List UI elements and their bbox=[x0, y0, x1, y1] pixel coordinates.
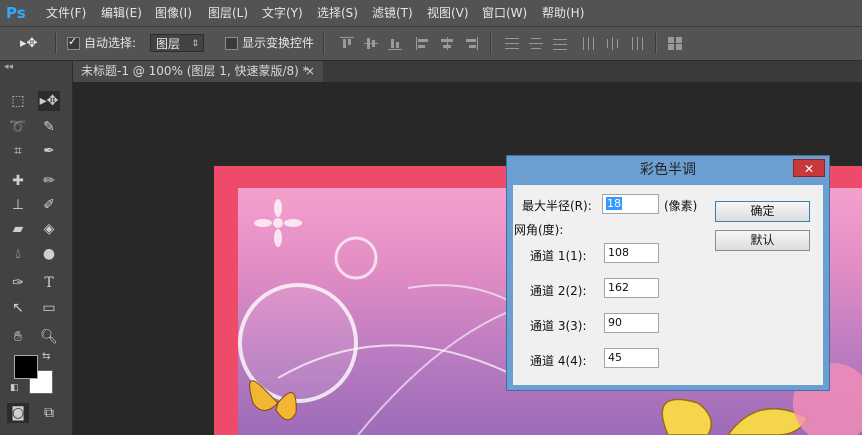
channel-4-input[interactable]: 45 bbox=[604, 348, 659, 368]
eyedropper-tool-icon[interactable]: ✒ bbox=[38, 141, 60, 161]
rectangle-tool-icon[interactable]: ▭ bbox=[38, 298, 60, 318]
blur-tool-icon[interactable]: 💧︎ bbox=[7, 244, 29, 264]
document-tab[interactable]: 未标题-1 @ 100% (图层 1, 快速蒙版/8) * × bbox=[73, 61, 323, 82]
screen-mode-icon[interactable]: ⧉ bbox=[38, 403, 60, 423]
align-right-icon[interactable] bbox=[464, 37, 478, 50]
pen-tool-icon[interactable]: ✑ bbox=[7, 273, 29, 293]
auto-select-target-dropdown[interactable]: 图层 ⇕ bbox=[150, 34, 204, 52]
marquee-tool-icon[interactable]: ⬚ bbox=[7, 91, 29, 111]
options-bar: ▸✥ 自动选择: 图层 ⇕ 显示变换控件 bbox=[0, 27, 862, 61]
path-selection-tool-icon[interactable]: ↖ bbox=[7, 298, 29, 318]
channel-2-input[interactable]: 162 bbox=[604, 278, 659, 298]
distribute-left-icon[interactable] bbox=[582, 37, 596, 50]
menu-layer[interactable]: 图层(L) bbox=[208, 0, 248, 26]
hand-tool-icon[interactable]: ✋︎ bbox=[7, 327, 29, 347]
align-horizontal-center-icon[interactable] bbox=[440, 37, 454, 50]
collapse-panel-icon[interactable]: ◂◂ bbox=[4, 62, 13, 72]
show-transform-checkbox[interactable] bbox=[225, 37, 238, 50]
move-tool-preset-icon[interactable]: ▸✥ bbox=[20, 27, 37, 60]
menu-edit[interactable]: 编辑(E) bbox=[101, 0, 142, 26]
document-tab-bar: 未标题-1 @ 100% (图层 1, 快速蒙版/8) * × bbox=[73, 61, 862, 82]
color-halftone-dialog: 彩色半调 ✕ 最大半径(R): 18 (像素) 网角(度): 通道 1(1): … bbox=[506, 155, 830, 391]
channel-3-label: 通道 3(3): bbox=[530, 319, 587, 333]
screen-angle-label: 网角(度): bbox=[514, 223, 564, 237]
move-tool-icon[interactable]: ▸✥ bbox=[38, 91, 60, 111]
distribute-right-icon[interactable] bbox=[630, 37, 644, 50]
channel-3-input[interactable]: 90 bbox=[604, 313, 659, 333]
dodge-tool-icon[interactable]: ● bbox=[38, 244, 60, 264]
dialog-body: 最大半径(R): 18 (像素) 网角(度): 通道 1(1): 108 通道 … bbox=[513, 185, 823, 385]
max-radius-input[interactable]: 18 bbox=[602, 194, 659, 214]
quick-selection-tool-icon[interactable]: ✎ bbox=[38, 117, 60, 137]
menu-bar: Ps 文件(F) 编辑(E) 图像(I) 图层(L) 文字(Y) 选择(S) 滤… bbox=[0, 0, 862, 27]
distribute-horizontal-center-icon[interactable] bbox=[606, 37, 620, 50]
tools-panel: ◂◂ ⬚ ▸✥ ➰ ✎ ⌗ ✒ ✚ ✏ ⊥ ✐ ▰ ◈ 💧︎ ● ✑ T ↖ ▭… bbox=[0, 61, 73, 435]
channel-1-label: 通道 1(1): bbox=[530, 249, 587, 263]
default-colors-icon[interactable]: ◧ bbox=[10, 383, 19, 393]
photoshop-logo: Ps bbox=[6, 4, 26, 22]
distribute-vertical-center-icon[interactable] bbox=[529, 37, 543, 50]
max-radius-label: 最大半径(R): bbox=[522, 199, 592, 213]
foreground-color-swatch[interactable] bbox=[14, 355, 38, 379]
divider bbox=[323, 33, 325, 54]
menu-file[interactable]: 文件(F) bbox=[46, 0, 86, 26]
max-radius-value: 18 bbox=[606, 197, 622, 210]
eraser-tool-icon[interactable]: ▰ bbox=[7, 219, 29, 239]
channel-1-input[interactable]: 108 bbox=[604, 243, 659, 263]
history-brush-tool-icon[interactable]: ✐ bbox=[38, 195, 60, 215]
menu-window[interactable]: 窗口(W) bbox=[482, 0, 527, 26]
lasso-tool-icon[interactable]: ➰ bbox=[7, 117, 29, 137]
type-tool-icon[interactable]: T bbox=[38, 273, 60, 293]
menu-type[interactable]: 文字(Y) bbox=[262, 0, 303, 26]
zoom-tool-icon[interactable]: 🔍︎ bbox=[38, 327, 60, 347]
default-button[interactable]: 默认 bbox=[715, 230, 810, 251]
channel-4-label: 通道 4(4): bbox=[530, 354, 587, 368]
menu-select[interactable]: 选择(S) bbox=[317, 0, 358, 26]
document-tab-title: 未标题-1 @ 100% (图层 1, 快速蒙版/8) * bbox=[81, 64, 309, 78]
distribute-top-icon[interactable] bbox=[505, 37, 519, 50]
menu-help[interactable]: 帮助(H) bbox=[542, 0, 584, 26]
auto-select-checkbox[interactable] bbox=[67, 35, 80, 50]
auto-align-layers-icon[interactable] bbox=[668, 37, 682, 50]
swap-colors-icon[interactable]: ⇆ bbox=[42, 351, 50, 362]
ok-button[interactable]: 确定 bbox=[715, 201, 810, 222]
dialog-close-button[interactable]: ✕ bbox=[793, 159, 825, 177]
max-radius-unit: (像素) bbox=[664, 199, 698, 213]
dialog-title: 彩色半调 bbox=[640, 162, 696, 178]
paint-bucket-tool-icon[interactable]: ◈ bbox=[38, 219, 60, 239]
healing-brush-tool-icon[interactable]: ✚ bbox=[7, 171, 29, 191]
auto-select-label: 自动选择: bbox=[84, 36, 137, 50]
divider bbox=[655, 33, 657, 54]
channel-2-label: 通道 2(2): bbox=[530, 284, 587, 298]
crop-tool-icon[interactable]: ⌗ bbox=[7, 141, 29, 161]
align-top-icon[interactable] bbox=[340, 37, 354, 50]
auto-select-target-value: 图层 bbox=[156, 37, 181, 51]
quick-mask-icon[interactable]: ◙ bbox=[7, 403, 29, 423]
align-left-icon[interactable] bbox=[416, 37, 430, 50]
brush-tool-icon[interactable]: ✏ bbox=[38, 171, 60, 191]
chevron-updown-icon: ⇕ bbox=[191, 39, 199, 49]
menu-view[interactable]: 视图(V) bbox=[427, 0, 469, 26]
clone-stamp-tool-icon[interactable]: ⊥ bbox=[7, 195, 29, 215]
menu-image[interactable]: 图像(I) bbox=[155, 0, 192, 26]
divider bbox=[55, 33, 57, 54]
menu-filter[interactable]: 滤镜(T) bbox=[372, 0, 413, 26]
close-tab-icon[interactable]: × bbox=[305, 61, 315, 82]
align-vertical-center-icon[interactable] bbox=[364, 37, 378, 50]
align-bottom-icon[interactable] bbox=[388, 37, 402, 50]
show-transform-label: 显示变换控件 bbox=[242, 36, 315, 50]
distribute-bottom-icon[interactable] bbox=[553, 37, 567, 50]
divider bbox=[490, 33, 492, 54]
